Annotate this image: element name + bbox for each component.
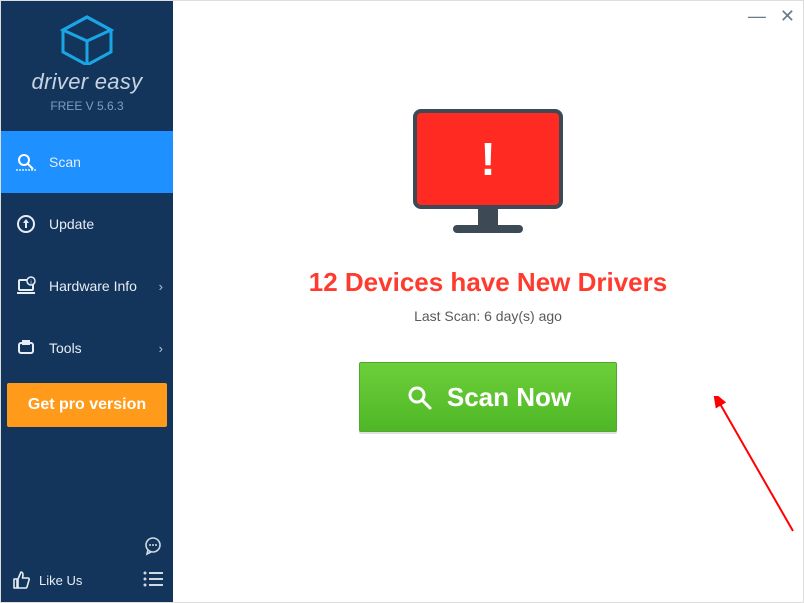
window-controls: — ✕ bbox=[748, 7, 795, 25]
chevron-right-icon: › bbox=[159, 279, 163, 294]
like-us-button[interactable]: Like Us bbox=[11, 570, 82, 590]
sidebar-item-label: Hardware Info bbox=[49, 278, 137, 294]
get-pro-button[interactable]: Get pro version bbox=[7, 383, 167, 427]
sidebar-item-label: Update bbox=[49, 216, 94, 232]
scan-now-button[interactable]: Scan Now bbox=[359, 362, 617, 432]
last-scan-label: Last Scan: 6 day(s) ago bbox=[414, 308, 562, 324]
version-label: FREE V 5.6.3 bbox=[1, 99, 173, 113]
scan-headline: 12 Devices have New Drivers bbox=[309, 267, 667, 298]
scan-content: ! 12 Devices have New Drivers Last Scan:… bbox=[173, 1, 803, 432]
sidebar-item-tools[interactable]: Tools › bbox=[1, 317, 173, 379]
like-us-label: Like Us bbox=[39, 573, 82, 588]
close-button[interactable]: ✕ bbox=[780, 7, 795, 25]
hardware-info-icon: i bbox=[15, 276, 37, 296]
scan-now-label: Scan Now bbox=[447, 382, 571, 413]
brand-name: driver easy bbox=[1, 69, 173, 95]
chevron-right-icon: › bbox=[159, 341, 163, 356]
logo-block: driver easy FREE V 5.6.3 bbox=[1, 1, 173, 125]
alert-monitor-icon: ! bbox=[413, 109, 563, 237]
svg-text:i: i bbox=[30, 280, 31, 286]
menu-list-icon[interactable] bbox=[143, 571, 163, 592]
minimize-button[interactable]: — bbox=[748, 7, 766, 25]
sidebar-nav: Scan Update i Hardware Info › Tools bbox=[1, 131, 173, 427]
search-icon bbox=[405, 383, 433, 411]
feedback-icon[interactable] bbox=[143, 536, 163, 561]
tools-icon bbox=[15, 338, 37, 358]
sidebar-item-hardware-info[interactable]: i Hardware Info › bbox=[1, 255, 173, 317]
sidebar-item-label: Tools bbox=[49, 340, 82, 356]
app-window: driver easy FREE V 5.6.3 Scan Update i bbox=[1, 1, 803, 602]
update-icon bbox=[15, 214, 37, 234]
main-panel: — ✕ ! 12 Devices have New Drivers Last S… bbox=[173, 1, 803, 602]
scan-icon bbox=[15, 152, 37, 172]
sidebar-item-label: Scan bbox=[49, 154, 81, 170]
sidebar: driver easy FREE V 5.6.3 Scan Update i bbox=[1, 1, 173, 602]
brand-logo-icon bbox=[59, 15, 115, 65]
sidebar-item-scan[interactable]: Scan bbox=[1, 131, 173, 193]
thumbs-up-icon bbox=[11, 570, 31, 590]
sidebar-footer: Like Us bbox=[1, 532, 173, 602]
sidebar-item-update[interactable]: Update bbox=[1, 193, 173, 255]
exclamation-icon: ! bbox=[480, 132, 495, 186]
